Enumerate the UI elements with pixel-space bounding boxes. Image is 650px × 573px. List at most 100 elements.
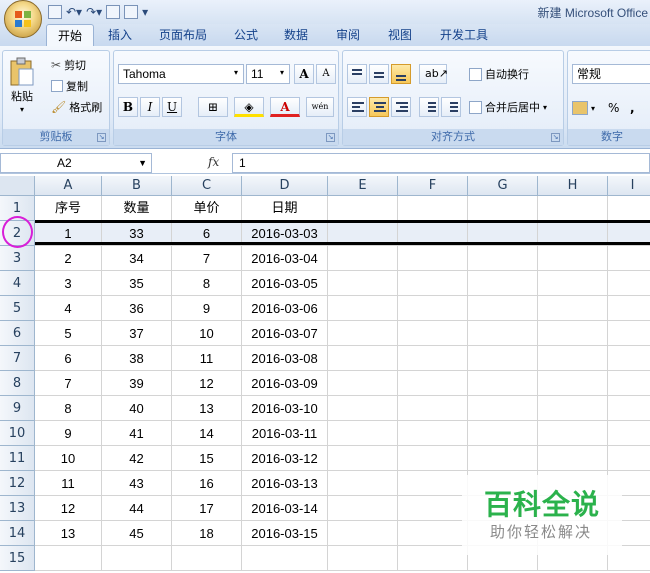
- alignment-launcher-icon[interactable]: ↘: [551, 133, 560, 142]
- cell-e11[interactable]: [328, 446, 398, 471]
- cell-i8[interactable]: [608, 371, 650, 396]
- undo-icon[interactable]: ↶▾: [66, 5, 82, 19]
- bold-button[interactable]: B: [118, 97, 138, 117]
- name-box[interactable]: A2 ▼: [0, 153, 152, 173]
- row-header-4[interactable]: 4: [0, 271, 35, 296]
- font-name-select[interactable]: Tahoma: [118, 64, 244, 84]
- tab-review[interactable]: 审阅: [328, 24, 368, 46]
- name-box-dropdown-icon[interactable]: ▼: [138, 154, 147, 172]
- cell-a2[interactable]: 1: [35, 221, 102, 246]
- font-size-dropdown-icon[interactable]: ▾: [280, 68, 284, 77]
- column-header-h[interactable]: H: [538, 176, 608, 196]
- cell-i2[interactable]: [608, 221, 650, 246]
- cell-e14[interactable]: [328, 521, 398, 546]
- cell-g1[interactable]: [468, 196, 538, 221]
- cell-d6[interactable]: 2016-03-07: [242, 321, 328, 346]
- align-left-button[interactable]: [347, 97, 367, 117]
- cell-e10[interactable]: [328, 421, 398, 446]
- decrease-indent-button[interactable]: [419, 97, 439, 117]
- row-header-5[interactable]: 5: [0, 296, 35, 321]
- cell-d4[interactable]: 2016-03-05: [242, 271, 328, 296]
- cell-f14[interactable]: [398, 521, 468, 546]
- tab-formulas[interactable]: 公式: [226, 24, 266, 46]
- cell-g4[interactable]: [468, 271, 538, 296]
- accounting-format-button[interactable]: ▾: [572, 101, 595, 115]
- cell-a8[interactable]: 7: [35, 371, 102, 396]
- underline-button[interactable]: U: [162, 97, 182, 117]
- cell-c8[interactable]: 12: [172, 371, 242, 396]
- cell-c3[interactable]: 7: [172, 246, 242, 271]
- row-header-15[interactable]: 15: [0, 546, 35, 571]
- cell-a11[interactable]: 10: [35, 446, 102, 471]
- cell-e7[interactable]: [328, 346, 398, 371]
- cell-h6[interactable]: [538, 321, 608, 346]
- cell-d8[interactable]: 2016-03-09: [242, 371, 328, 396]
- cell-e3[interactable]: [328, 246, 398, 271]
- cell-g8[interactable]: [468, 371, 538, 396]
- cell-i5[interactable]: [608, 296, 650, 321]
- cell-i7[interactable]: [608, 346, 650, 371]
- cell-c1[interactable]: 单价: [172, 196, 242, 221]
- merge-center-button[interactable]: 合并后居中 ▾: [469, 99, 547, 115]
- cell-i11[interactable]: [608, 446, 650, 471]
- row-header-12[interactable]: 12: [0, 471, 35, 496]
- clipboard-launcher-icon[interactable]: ↘: [97, 133, 106, 142]
- cell-d5[interactable]: 2016-03-06: [242, 296, 328, 321]
- cell-d14[interactable]: 2016-03-15: [242, 521, 328, 546]
- column-header-g[interactable]: G: [468, 176, 538, 196]
- row-header-7[interactable]: 7: [0, 346, 35, 371]
- customize-qat-icon[interactable]: ▾: [142, 5, 148, 19]
- merge-dropdown-icon[interactable]: ▾: [543, 103, 547, 112]
- row-header-9[interactable]: 9: [0, 396, 35, 421]
- cell-b7[interactable]: 38: [102, 346, 172, 371]
- cell-b9[interactable]: 40: [102, 396, 172, 421]
- cell-a5[interactable]: 4: [35, 296, 102, 321]
- cell-d11[interactable]: 2016-03-12: [242, 446, 328, 471]
- cell-d13[interactable]: 2016-03-14: [242, 496, 328, 521]
- cell-b15[interactable]: [102, 546, 172, 571]
- cell-b10[interactable]: 41: [102, 421, 172, 446]
- cell-c12[interactable]: 16: [172, 471, 242, 496]
- cell-i10[interactable]: [608, 421, 650, 446]
- cell-c2[interactable]: 6: [172, 221, 242, 246]
- cell-g5[interactable]: [468, 296, 538, 321]
- cell-f4[interactable]: [398, 271, 468, 296]
- cell-c13[interactable]: 17: [172, 496, 242, 521]
- cell-h11[interactable]: [538, 446, 608, 471]
- cell-h10[interactable]: [538, 421, 608, 446]
- align-top-button[interactable]: [347, 64, 367, 84]
- comma-button[interactable]: ,: [630, 101, 635, 115]
- cell-i9[interactable]: [608, 396, 650, 421]
- save-icon[interactable]: [48, 5, 62, 19]
- cell-e1[interactable]: [328, 196, 398, 221]
- column-header-a[interactable]: A: [35, 176, 102, 196]
- cell-i6[interactable]: [608, 321, 650, 346]
- cell-b12[interactable]: 43: [102, 471, 172, 496]
- cell-i3[interactable]: [608, 246, 650, 271]
- cell-c15[interactable]: [172, 546, 242, 571]
- cell-c10[interactable]: 14: [172, 421, 242, 446]
- percent-button[interactable]: %: [608, 101, 619, 115]
- cell-c14[interactable]: 18: [172, 521, 242, 546]
- grow-font-button[interactable]: A: [294, 64, 314, 84]
- paste-button[interactable]: 粘贴 ▾: [9, 57, 35, 114]
- cell-b8[interactable]: 39: [102, 371, 172, 396]
- row-header-10[interactable]: 10: [0, 421, 35, 446]
- column-header-d[interactable]: D: [242, 176, 328, 196]
- align-center-button[interactable]: [369, 97, 389, 117]
- cut-button[interactable]: ✂ 剪切: [51, 57, 86, 73]
- cell-f8[interactable]: [398, 371, 468, 396]
- row-header-6[interactable]: 6: [0, 321, 35, 346]
- row-header-3[interactable]: 3: [0, 246, 35, 271]
- cell-b13[interactable]: 44: [102, 496, 172, 521]
- row-header-11[interactable]: 11: [0, 446, 35, 471]
- cell-e12[interactable]: [328, 471, 398, 496]
- cell-i1[interactable]: [608, 196, 650, 221]
- tab-page-layout[interactable]: 页面布局: [150, 24, 216, 46]
- cell-h4[interactable]: [538, 271, 608, 296]
- increase-indent-button[interactable]: [441, 97, 461, 117]
- cell-f10[interactable]: [398, 421, 468, 446]
- cell-b3[interactable]: 34: [102, 246, 172, 271]
- cell-g3[interactable]: [468, 246, 538, 271]
- format-painter-button[interactable]: 🖌 格式刷: [51, 99, 102, 115]
